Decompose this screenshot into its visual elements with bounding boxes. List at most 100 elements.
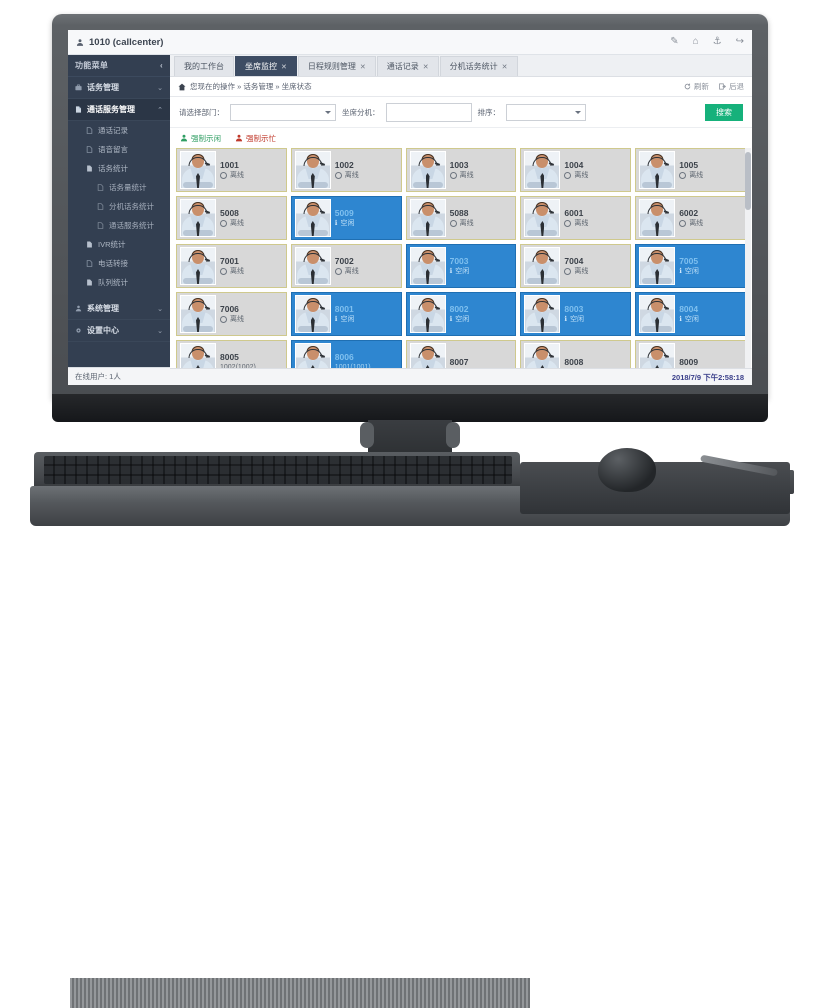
agent-card[interactable]: 8005 1002(1002) <box>176 340 287 368</box>
monitor-bezel: 1010 (callcenter) ✎ ⌂ ⚓ ↪ 功能菜单 ‹ 话务管理 ⌄ … <box>52 14 768 400</box>
sidebar-item-call-transfer[interactable]: 电话转接 <box>68 254 170 273</box>
edit-icon[interactable]: ✎ <box>670 37 678 47</box>
sidebar-group-system-mgmt[interactable]: 系统管理 ⌄ <box>68 298 170 320</box>
agent-card[interactable]: 7003 ℹ 空闲 <box>405 244 517 288</box>
tab-agent-monitor[interactable]: 坐席监控 ✕ <box>235 56 297 76</box>
speaker-grill <box>70 978 530 1008</box>
avatar <box>639 343 676 368</box>
sidebar-item-call-records[interactable]: 通话记录 <box>68 121 170 140</box>
agent-card-body: 7004 离线 <box>564 257 627 276</box>
tab-call-records[interactable]: 通话记录 ✕ <box>376 56 439 76</box>
status-offline-icon <box>449 172 457 180</box>
agent-card[interactable]: 8009 <box>635 340 746 368</box>
dept-select[interactable] <box>230 103 336 121</box>
logout-icon[interactable]: ↪ <box>736 37 744 47</box>
home-icon[interactable]: ⌂ <box>693 37 699 47</box>
ext-input[interactable] <box>385 102 472 122</box>
chevron-left-icon[interactable]: ‹ <box>160 61 163 70</box>
sidebar-group-call-service[interactable]: 话务管理 ⌄ <box>68 77 170 99</box>
sidebar-group-settings[interactable]: 设置中心 ⌄ <box>68 320 170 342</box>
agent-card[interactable]: 1002 离线 <box>290 148 402 192</box>
agent-card[interactable]: 8007 <box>405 340 517 368</box>
main-panel: 我的工作台 坐席监控 ✕ 日程规则管理 ✕ 通话记录 ✕ 分机话务统计 ✕ 您现… <box>170 55 752 385</box>
agent-card-body: 1005 离线 <box>679 161 742 180</box>
sidebar-item-call-volume-stats[interactable]: 话务量统计 <box>68 178 170 197</box>
callcenter-app: 1010 (callcenter) ✎ ⌂ ⚓ ↪ 功能菜单 ‹ 话务管理 ⌄ … <box>68 30 752 385</box>
agent-card-body: 7002 离线 <box>334 257 398 276</box>
sidebar-item-queue-stats[interactable]: 队列统计 <box>68 273 170 292</box>
sidebar-scroll: 话务管理 ⌄ 通话服务管理 ⌃ 通话记录 语音留言 话务统计 话务量统计 分机话… <box>68 77 170 367</box>
agent-card[interactable]: 7006 离线 <box>176 292 287 336</box>
status-offline-icon <box>449 220 457 228</box>
monitor-stand-hinge-right <box>446 422 460 448</box>
force-idle-button[interactable]: 强制示闲 <box>180 133 221 144</box>
refresh-button[interactable]: 刷新 <box>684 81 709 92</box>
user-icon <box>76 38 84 46</box>
chevron-down-icon: ⌄ <box>157 305 163 313</box>
tab-schedule-rules[interactable]: 日程规则管理 ✕ <box>297 56 376 76</box>
monitor-stand-hinge-left <box>360 422 374 448</box>
close-icon[interactable]: ✕ <box>360 63 366 71</box>
tab-workbench[interactable]: 我的工作台 <box>174 56 234 76</box>
sort-select[interactable] <box>506 103 586 121</box>
agent-card[interactable]: 6002 离线 <box>635 196 746 240</box>
agent-card[interactable]: 1004 离线 <box>520 148 632 192</box>
agent-status-label: 离线 <box>459 172 474 180</box>
sidebar-item-service-stats[interactable]: 通话服务统计 <box>68 216 170 235</box>
sidebar-item-label: 语音留言 <box>98 145 128 154</box>
breadcrumb: 您现在的操作 » 话务管理 » 坐席状态 刷新 后退 <box>170 77 752 97</box>
agent-card[interactable]: 1005 离线 <box>635 148 746 192</box>
agent-card-body: 5088 离线 <box>449 209 513 228</box>
status-offline-icon <box>334 268 342 276</box>
sidebar-item-call-stats[interactable]: 话务统计 <box>68 159 170 178</box>
topbar-icons: ✎ ⌂ ⚓ ↪ <box>670 37 744 47</box>
force-busy-button[interactable]: 强制示忙 <box>235 133 276 144</box>
agent-card[interactable]: 7002 离线 <box>290 244 402 288</box>
agent-card[interactable]: 7001 离线 <box>176 244 287 288</box>
back-button[interactable]: 后退 <box>719 81 744 92</box>
agent-extension: 8001 <box>334 303 354 314</box>
agent-card-body: 7006 离线 <box>220 305 283 324</box>
grid-scrollbar-thumb[interactable] <box>745 152 751 210</box>
close-icon[interactable]: ✕ <box>281 63 287 71</box>
close-icon[interactable]: ✕ <box>502 63 508 71</box>
agent-card[interactable]: 8008 <box>520 340 632 368</box>
force-busy-label: 强制示忙 <box>246 133 276 143</box>
agent-status-label: 离线 <box>344 172 359 180</box>
agent-card[interactable]: 6001 离线 <box>520 196 632 240</box>
tab-label: 我的工作台 <box>184 62 224 71</box>
sidebar-item-ivr-stats[interactable]: IVR统计 <box>68 235 170 254</box>
status-offline-icon <box>564 268 572 276</box>
sort-label: 排序： <box>477 107 501 117</box>
doc-icon <box>97 222 104 229</box>
agent-extension: 8002 <box>449 303 469 314</box>
agent-status: 离线 <box>334 172 398 180</box>
sidebar-group-label: 通话服务管理 <box>87 105 135 114</box>
avatar <box>180 199 216 237</box>
agent-card[interactable]: 8003 ℹ 空闲 <box>520 292 632 336</box>
tab-ext-call-stats[interactable]: 分机话务统计 ✕ <box>439 56 518 76</box>
agent-status: ℹ 空闲 <box>679 316 742 323</box>
agent-card[interactable]: 5008 离线 <box>176 196 287 240</box>
sidebar-item-voicemail[interactable]: 语音留言 <box>68 140 170 159</box>
sidebar-group-call-mgmt[interactable]: 通话服务管理 ⌃ <box>68 99 170 121</box>
org-tree-icon[interactable]: ⚓ <box>713 37 722 47</box>
agent-card[interactable]: 7005 ℹ 空闲 <box>635 244 746 288</box>
agent-card[interactable]: 8002 ℹ 空闲 <box>405 292 517 336</box>
agent-card[interactable]: 5009 ℹ 空闲 <box>290 196 402 240</box>
status-idle-icon: ℹ <box>449 268 453 276</box>
status-offline-icon <box>220 316 227 324</box>
agent-card[interactable]: 1003 离线 <box>405 148 517 192</box>
clock-label: 2018/7/9 下午2:58:18 <box>671 372 744 382</box>
agent-card[interactable]: 8004 ℹ 空闲 <box>635 292 746 336</box>
agent-card[interactable]: 7004 离线 <box>520 244 632 288</box>
close-icon[interactable]: ✕ <box>423 63 429 71</box>
agent-card-body: 1001 离线 <box>220 161 283 180</box>
agent-card[interactable]: 5088 离线 <box>405 196 517 240</box>
app-topbar: 1010 (callcenter) ✎ ⌂ ⚓ ↪ <box>68 30 752 55</box>
search-button[interactable]: 搜索 <box>705 103 743 121</box>
sidebar-item-ext-call-stats[interactable]: 分机话务统计 <box>68 197 170 216</box>
agent-card[interactable]: 8001 ℹ 空闲 <box>290 292 402 336</box>
agent-card[interactable]: 1001 离线 <box>176 148 287 192</box>
agent-card[interactable]: 8006 1001(1001) <box>290 340 402 368</box>
